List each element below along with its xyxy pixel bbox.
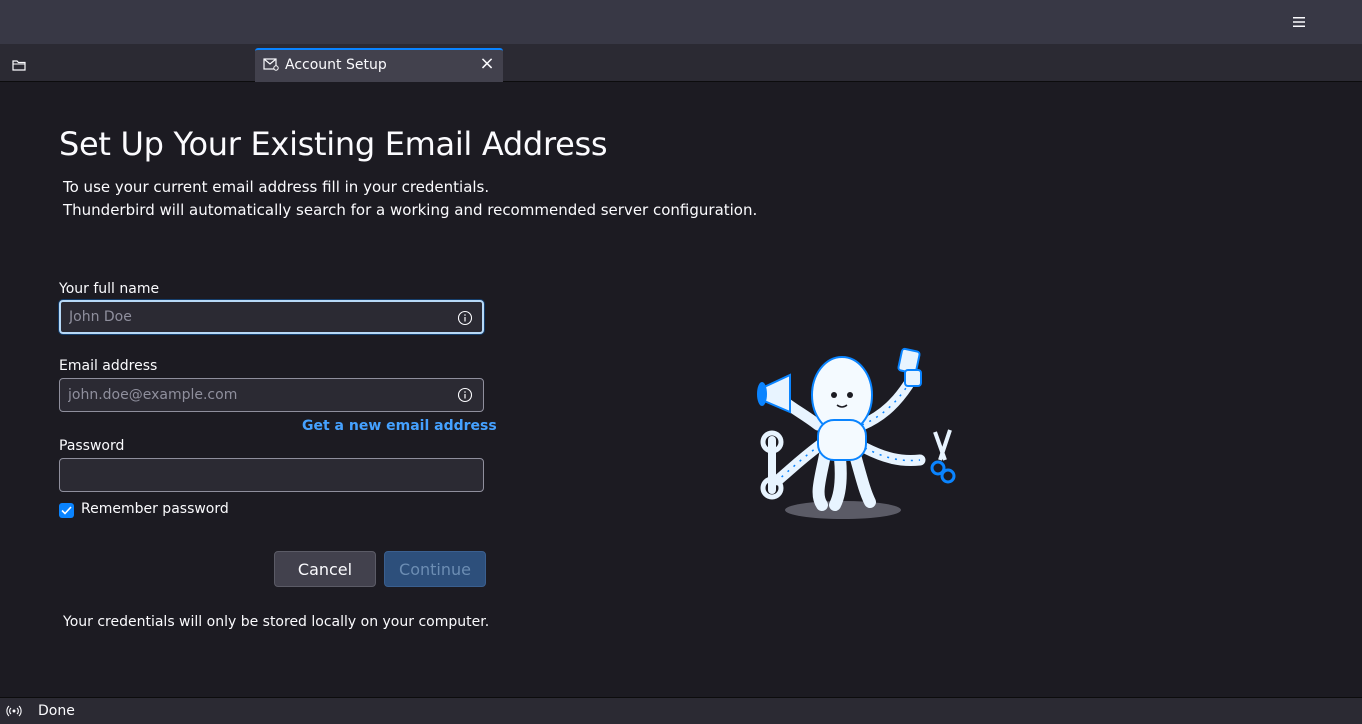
password-label: Password [59, 438, 125, 454]
connection-status-icon [6, 705, 22, 717]
status-bar: Done [0, 697, 1362, 724]
subtitle-line-2: Thunderbird will automatically search fo… [63, 201, 758, 219]
email-input[interactable] [59, 378, 484, 412]
page-title: Set Up Your Existing Email Address [59, 125, 608, 163]
mail-tab-button[interactable] [6, 52, 32, 78]
password-input[interactable] [59, 458, 484, 492]
app-menu-button[interactable] [1286, 10, 1312, 34]
full-name-label: Your full name [59, 281, 160, 297]
status-text: Done [38, 703, 75, 719]
close-icon[interactable]: × [479, 55, 495, 73]
remember-password-label[interactable]: Remember password [81, 501, 229, 517]
get-new-email-link[interactable]: Get a new email address [302, 418, 497, 434]
hamburger-menu-icon [1293, 17, 1305, 27]
info-icon[interactable] [457, 310, 473, 326]
remember-password-checkbox[interactable] [59, 503, 74, 518]
folder-icon [12, 60, 26, 71]
octopus-mascot-illustration [757, 347, 956, 519]
tab-strip: Account Setup × [0, 44, 1362, 82]
tab-label: Account Setup [285, 57, 387, 73]
email-label: Email address [59, 358, 158, 374]
checkmark-icon [61, 506, 72, 515]
cancel-button[interactable]: Cancel [274, 551, 376, 587]
title-bar [0, 0, 1362, 44]
info-icon[interactable] [457, 387, 473, 403]
tab-account-setup[interactable]: Account Setup × [255, 48, 503, 82]
full-name-input[interactable] [59, 300, 484, 334]
subtitle-line-1: To use your current email address fill i… [63, 178, 490, 196]
account-setup-icon [263, 58, 279, 71]
continue-button[interactable]: Continue [384, 551, 486, 587]
credentials-footnote: Your credentials will only be stored loc… [63, 614, 490, 630]
